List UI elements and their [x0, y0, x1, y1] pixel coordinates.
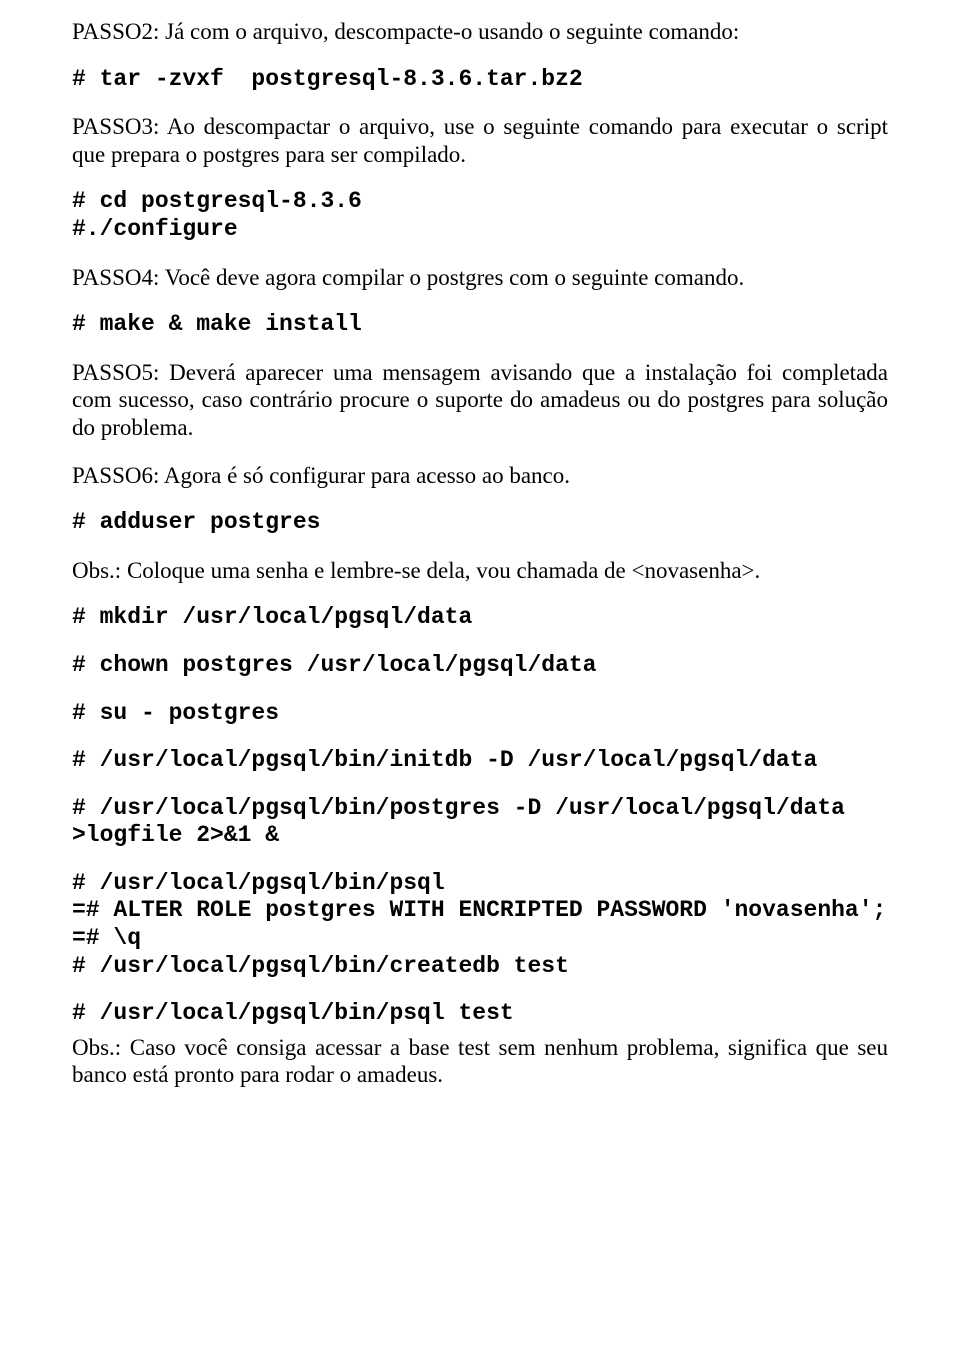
spacer: [72, 733, 888, 747]
spacer: [72, 638, 888, 652]
command-tar: # tar -zvxf postgresql-8.3.6.tar.bz2: [72, 66, 888, 94]
spacer: [72, 781, 888, 795]
spacer: [72, 52, 888, 66]
spacer: [72, 590, 888, 604]
spacer: [72, 986, 888, 1000]
spacer: [72, 250, 888, 264]
spacer: [72, 448, 888, 462]
spacer: [72, 686, 888, 700]
command-mkdir: # mkdir /usr/local/pgsql/data: [72, 604, 888, 632]
step5-text: PASSO5: Deverá aparecer uma mensagem avi…: [72, 359, 888, 442]
command-cd-configure: # cd postgresql-8.3.6 #./configure: [72, 188, 888, 243]
step6-text: PASSO6: Agora é só configurar para acess…: [72, 462, 888, 490]
spacer: [72, 543, 888, 557]
command-make-install: # make & make install: [72, 311, 888, 339]
command-adduser: # adduser postgres: [72, 509, 888, 537]
spacer: [72, 174, 888, 188]
command-initdb: # /usr/local/pgsql/bin/initdb -D /usr/lo…: [72, 747, 888, 775]
document-page: PASSO2: Já com o arquivo, descompacte-o …: [0, 0, 960, 1155]
command-postgres-daemon: # /usr/local/pgsql/bin/postgres -D /usr/…: [72, 795, 888, 850]
command-psql-test: # /usr/local/pgsql/bin/psql test: [72, 1000, 888, 1028]
spacer: [72, 297, 888, 311]
spacer: [72, 856, 888, 870]
spacer: [72, 99, 888, 113]
step3-text: PASSO3: Ao descompactar o arquivo, use o…: [72, 113, 888, 168]
step2-text: PASSO2: Já com o arquivo, descompacte-o …: [72, 18, 888, 46]
spacer: [72, 495, 888, 509]
command-su: # su - postgres: [72, 700, 888, 728]
obs-final: Obs.: Caso você consiga acessar a base t…: [72, 1034, 888, 1089]
obs-senha: Obs.: Coloque uma senha e lembre-se dela…: [72, 557, 888, 585]
step4-text: PASSO4: Você deve agora compilar o postg…: [72, 264, 888, 292]
command-chown: # chown postgres /usr/local/pgsql/data: [72, 652, 888, 680]
command-psql-alter-createdb: # /usr/local/pgsql/bin/psql =# ALTER ROL…: [72, 870, 888, 980]
spacer: [72, 345, 888, 359]
